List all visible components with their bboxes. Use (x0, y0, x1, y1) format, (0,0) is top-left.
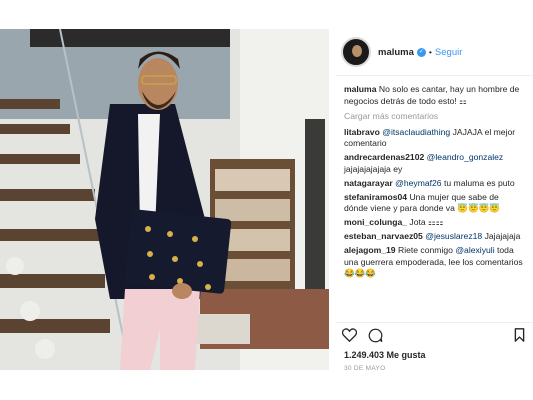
comment-item: natagarayar @heymaf26 tu maluma es puto (344, 178, 525, 190)
comment-username[interactable]: natagarayar (344, 178, 393, 188)
action-bar (336, 322, 533, 347)
comment-text: Jota ⚏⚏ (409, 217, 444, 227)
caption: maluma No solo es cantar, hay un hombre … (344, 84, 525, 107)
header-username[interactable]: maluma (378, 47, 414, 58)
separator-dot: • (428, 47, 432, 57)
comment-mention[interactable]: @alexiyuli (455, 245, 494, 255)
post-photo[interactable] (0, 29, 329, 370)
comment-username[interactable]: andrecardenas2102 (344, 152, 424, 162)
comment-username[interactable]: moni_colunga_ (344, 217, 407, 227)
likes-count[interactable]: 1.249.403 Me gusta (344, 350, 426, 360)
comment-username[interactable]: esteban_narvaez05 (344, 231, 423, 241)
comment-mention[interactable]: @jesuslarez18 (425, 231, 482, 241)
comment-item: moni_colunga_ Jota ⚏⚏ (344, 217, 525, 229)
post-header: maluma ✓ • Seguir (336, 29, 533, 76)
comment-item: andrecardenas2102 @leandro_gonzalez jaja… (344, 152, 525, 175)
caption-username[interactable]: maluma (344, 84, 376, 94)
comment-username[interactable]: alejagom_19 (344, 245, 396, 255)
post-date: 30 DE MAYO (344, 365, 386, 372)
comment-username[interactable]: litabravo (344, 127, 380, 137)
avatar[interactable] (341, 37, 371, 67)
comments-list: maluma No solo es cantar, hay un hombre … (336, 76, 533, 280)
comment-text: Riete conmigo (397, 245, 456, 255)
post-side-panel: maluma ✓ • Seguir maluma No solo es cant… (336, 29, 533, 372)
bookmark-icon[interactable] (514, 328, 525, 342)
comment-text: Jajajajaja (482, 231, 521, 241)
comment-username[interactable]: stefaniramos04 (344, 192, 407, 202)
verified-badge-icon: ✓ (416, 47, 426, 57)
comment-text: jajajajajajaja ey (344, 163, 403, 174)
comment-item: stefaniramos04 Una mujer que sabe de dón… (344, 192, 525, 215)
comment-mention[interactable]: @itsaclaudiathing (382, 127, 450, 137)
follow-button[interactable]: Seguir (435, 47, 462, 58)
comment-mention[interactable]: @leandro_gonzalez (427, 152, 504, 162)
comment-item: litabravo @itsaclaudiathing JAJAJA el me… (344, 127, 525, 150)
comment-mention[interactable]: @heymaf26 (395, 178, 441, 188)
heart-icon[interactable] (342, 328, 357, 342)
photo-illustration (0, 29, 329, 370)
load-more-comments-link[interactable]: Cargar más comentarios (344, 111, 525, 123)
comment-text: tu maluma es puto (441, 177, 515, 188)
comment-icon[interactable] (368, 328, 383, 343)
comment-item: alejagom_19 Riete conmigo @alexiyuli tod… (344, 245, 525, 280)
comment-item: esteban_narvaez05 @jesuslarez18 Jajajaja… (344, 231, 525, 243)
